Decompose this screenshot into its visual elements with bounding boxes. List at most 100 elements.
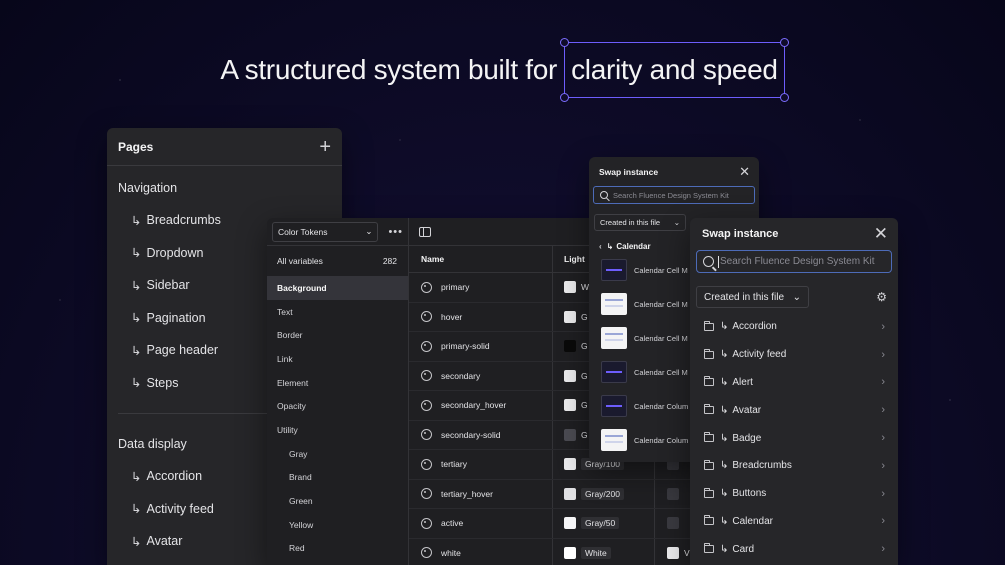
chevron-right-icon: › [881, 432, 885, 445]
folder-item-activity-feed[interactable]: ↳ Activity feed › [690, 341, 898, 369]
dark-value-cell[interactable] [655, 509, 684, 538]
collection-toolbar: Color Tokens ⌄ ••• [267, 218, 408, 246]
swap-panel-header: Swap instance ✕ [690, 218, 898, 250]
color-swatch [564, 487, 576, 500]
color-palette-icon [421, 281, 432, 293]
variables-count: 282 [382, 256, 397, 266]
table-row[interactable]: tertiary_hover Gray/200 [409, 479, 707, 509]
text-cursor [718, 255, 719, 268]
swap-filter-select[interactable]: Created in this file ⌄ [696, 286, 809, 308]
variable-group-green[interactable]: Green [267, 489, 408, 513]
component-thumbnail [601, 259, 627, 281]
color-swatch [564, 310, 576, 323]
folder-item-avatar[interactable]: ↳ Avatar › [690, 396, 898, 424]
folder-icon [704, 515, 714, 526]
folder-icon [704, 432, 714, 443]
folder-item-accordion[interactable]: ↳ Accordion › [690, 313, 898, 341]
folder-item-calendar[interactable]: ↳ Calendar › [690, 508, 898, 536]
headline-text: A structured system built for [220, 54, 558, 85]
color-swatch [564, 546, 576, 559]
resize-handle-icon [560, 93, 570, 102]
variable-group-border[interactable]: Border [267, 323, 408, 347]
variable-name-cell: hover [409, 302, 553, 331]
variable-group-element[interactable]: Element [267, 371, 408, 395]
color-swatch [564, 399, 576, 412]
search-icon [703, 256, 714, 267]
folder-item-badge[interactable]: ↳ Badge › [690, 424, 898, 452]
color-swatch [667, 546, 679, 559]
variable-group-brand[interactable]: Brand [267, 466, 408, 490]
more-options-icon[interactable]: ••• [388, 226, 403, 238]
variable-name-cell: primary-solid [409, 332, 553, 361]
color-palette-icon [421, 399, 432, 411]
light-value: White [581, 546, 611, 559]
column-header-name: Name [409, 246, 553, 272]
table-row[interactable]: active Gray/50 [409, 509, 707, 539]
variable-group-background[interactable]: Background [267, 276, 408, 300]
variable-group-utility[interactable]: Utility [267, 418, 408, 442]
variable-name-cell: white [409, 538, 553, 565]
all-variables-row[interactable]: All variables 282 [267, 246, 408, 276]
subpage-arrow-icon: ↳ [131, 311, 142, 326]
swap-panel-header: Swap instance ✕ [589, 157, 759, 186]
light-value: W [581, 282, 590, 293]
folder-item-breadcrumbs[interactable]: ↳ Breadcrumbs › [690, 452, 898, 480]
variable-group-opacity[interactable]: Opacity [267, 394, 408, 418]
variable-name-cell: secondary-solid [409, 420, 553, 449]
folder-item-buttons[interactable]: ↳ Buttons › [690, 480, 898, 508]
headline-highlight: clarity and speed [560, 38, 789, 102]
light-value-cell[interactable]: Gray/50 [553, 509, 655, 538]
collection-select[interactable]: Color Tokens ⌄ [272, 221, 379, 242]
component-thumbnail [601, 293, 627, 315]
close-icon[interactable]: ✕ [739, 164, 750, 180]
folder-icon [704, 376, 714, 387]
color-palette-icon [421, 517, 432, 529]
swap-filter-select[interactable]: Created in this file ⌄ [594, 214, 686, 231]
sidebar-toggle-icon[interactable] [419, 226, 431, 237]
swap-search-input[interactable]: Search Fluence Design System Kit [593, 186, 755, 204]
chevron-right-icon: › [881, 459, 885, 472]
folder-item-alert[interactable]: ↳ Alert › [690, 369, 898, 397]
light-value: Gray/50 [581, 517, 620, 530]
variable-group-red[interactable]: Red [267, 537, 408, 561]
light-value: G [581, 429, 588, 440]
subpage-arrow-icon: ↳ [131, 502, 142, 517]
swap-search-input[interactable]: Search Fluence Design System Kit [696, 250, 892, 273]
color-palette-icon [421, 458, 432, 470]
color-swatch [667, 517, 679, 530]
variable-group-gray[interactable]: Gray [267, 442, 408, 466]
variable-name-cell: active [409, 509, 553, 538]
variable-group-yellow[interactable]: Yellow [267, 513, 408, 537]
pages-title: Pages [118, 139, 154, 154]
resize-handle-icon [560, 38, 570, 47]
folder-icon [704, 404, 714, 415]
chevron-right-icon: › [881, 404, 885, 417]
swap-filter-row: Created in this file ⌄ ⚙ [690, 286, 898, 308]
folder-icon [704, 348, 714, 359]
dark-value-cell[interactable]: V [655, 539, 690, 565]
light-value-cell[interactable]: Gray/200 [553, 479, 655, 508]
page-section-navigation[interactable]: Navigation [107, 172, 342, 204]
component-thumbnail [601, 429, 627, 451]
plus-icon[interactable]: + [319, 137, 331, 157]
variable-name-cell: tertiary [409, 450, 553, 479]
color-swatch [564, 340, 576, 353]
color-swatch [667, 487, 679, 500]
close-icon[interactable]: ✕ [874, 224, 888, 244]
table-row[interactable]: white White V [409, 538, 707, 565]
color-palette-icon [421, 488, 432, 500]
color-swatch [564, 458, 576, 471]
light-value-cell[interactable]: White [553, 538, 655, 565]
light-value: G [581, 341, 588, 352]
subpage-arrow-icon: ↳ [720, 404, 729, 416]
subpage-arrow-icon: ↳ [720, 321, 729, 333]
dark-value-cell[interactable] [655, 480, 684, 509]
filter-settings-icon[interactable]: ⚙ [876, 290, 887, 304]
folder-item-card[interactable]: ↳ Card › [690, 535, 898, 563]
variable-group-text[interactable]: Text [267, 300, 408, 324]
light-value: G [581, 400, 588, 411]
folder-icon [704, 487, 714, 498]
subpage-arrow-icon: ↳ [131, 376, 142, 391]
light-value: G [581, 311, 588, 322]
variable-group-link[interactable]: Link [267, 347, 408, 371]
